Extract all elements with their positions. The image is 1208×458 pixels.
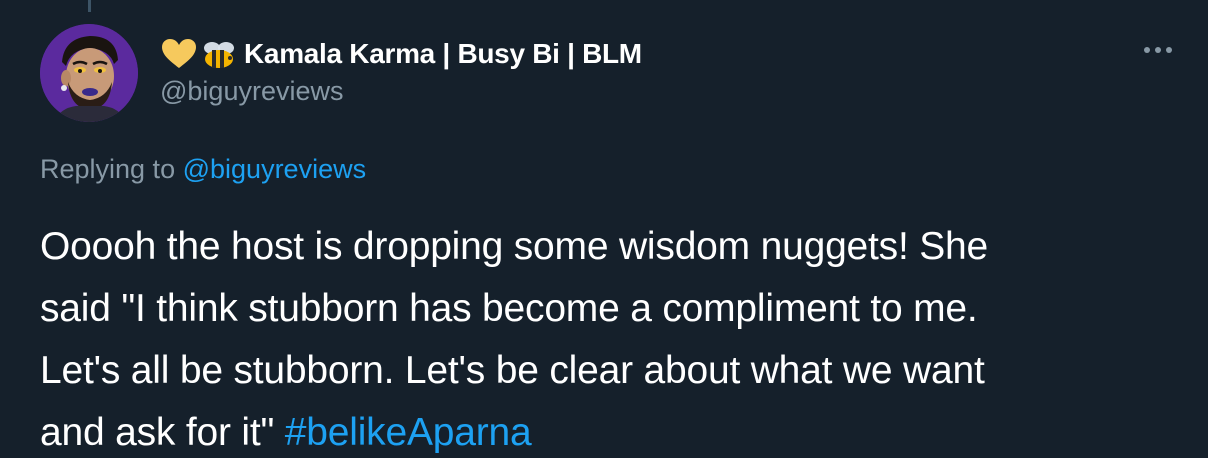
tweet-text-line-last: and ask for it" #belikeAparna — [40, 402, 1170, 458]
tweet-text-line: Let's all be stubborn. Let's be clear ab… — [40, 349, 985, 392]
tweet-text-line: said "I think stubborn has become a comp… — [40, 287, 978, 330]
bee-icon — [204, 42, 234, 68]
more-dot — [1155, 47, 1161, 53]
more-dot — [1144, 47, 1150, 53]
tweet-header: Kamala Karma | Busy Bi | BLM @biguyrevie… — [160, 34, 1148, 107]
thread-connector-line — [88, 0, 91, 12]
hashtag-link[interactable]: #belikeAparna — [285, 411, 532, 454]
tweet-card: Kamala Karma | Busy Bi | BLM @biguyrevie… — [0, 0, 1208, 458]
more-options-icon[interactable] — [1138, 38, 1178, 62]
author-display-name[interactable]: Kamala Karma | Busy Bi | BLM — [244, 38, 642, 70]
replying-to-line: Replying to @biguyreviews — [40, 154, 366, 185]
replying-to-label: Replying to — [40, 154, 176, 184]
replying-to-mention-link[interactable]: @biguyreviews — [183, 154, 366, 184]
more-dot — [1166, 47, 1172, 53]
author-name-row[interactable]: Kamala Karma | Busy Bi | BLM — [160, 34, 1148, 74]
yellow-heart-icon — [162, 39, 196, 68]
avatar[interactable] — [40, 24, 138, 122]
tweet-text-line: Ooooh the host is dropping some wisdom n… — [40, 225, 989, 268]
tweet-text: Ooooh the host is dropping some wisdom n… — [40, 216, 1170, 458]
author-handle[interactable]: @biguyreviews — [160, 76, 1148, 107]
avatar-illustration — [40, 24, 138, 122]
tweet-text-line: and ask for it" — [40, 411, 275, 454]
